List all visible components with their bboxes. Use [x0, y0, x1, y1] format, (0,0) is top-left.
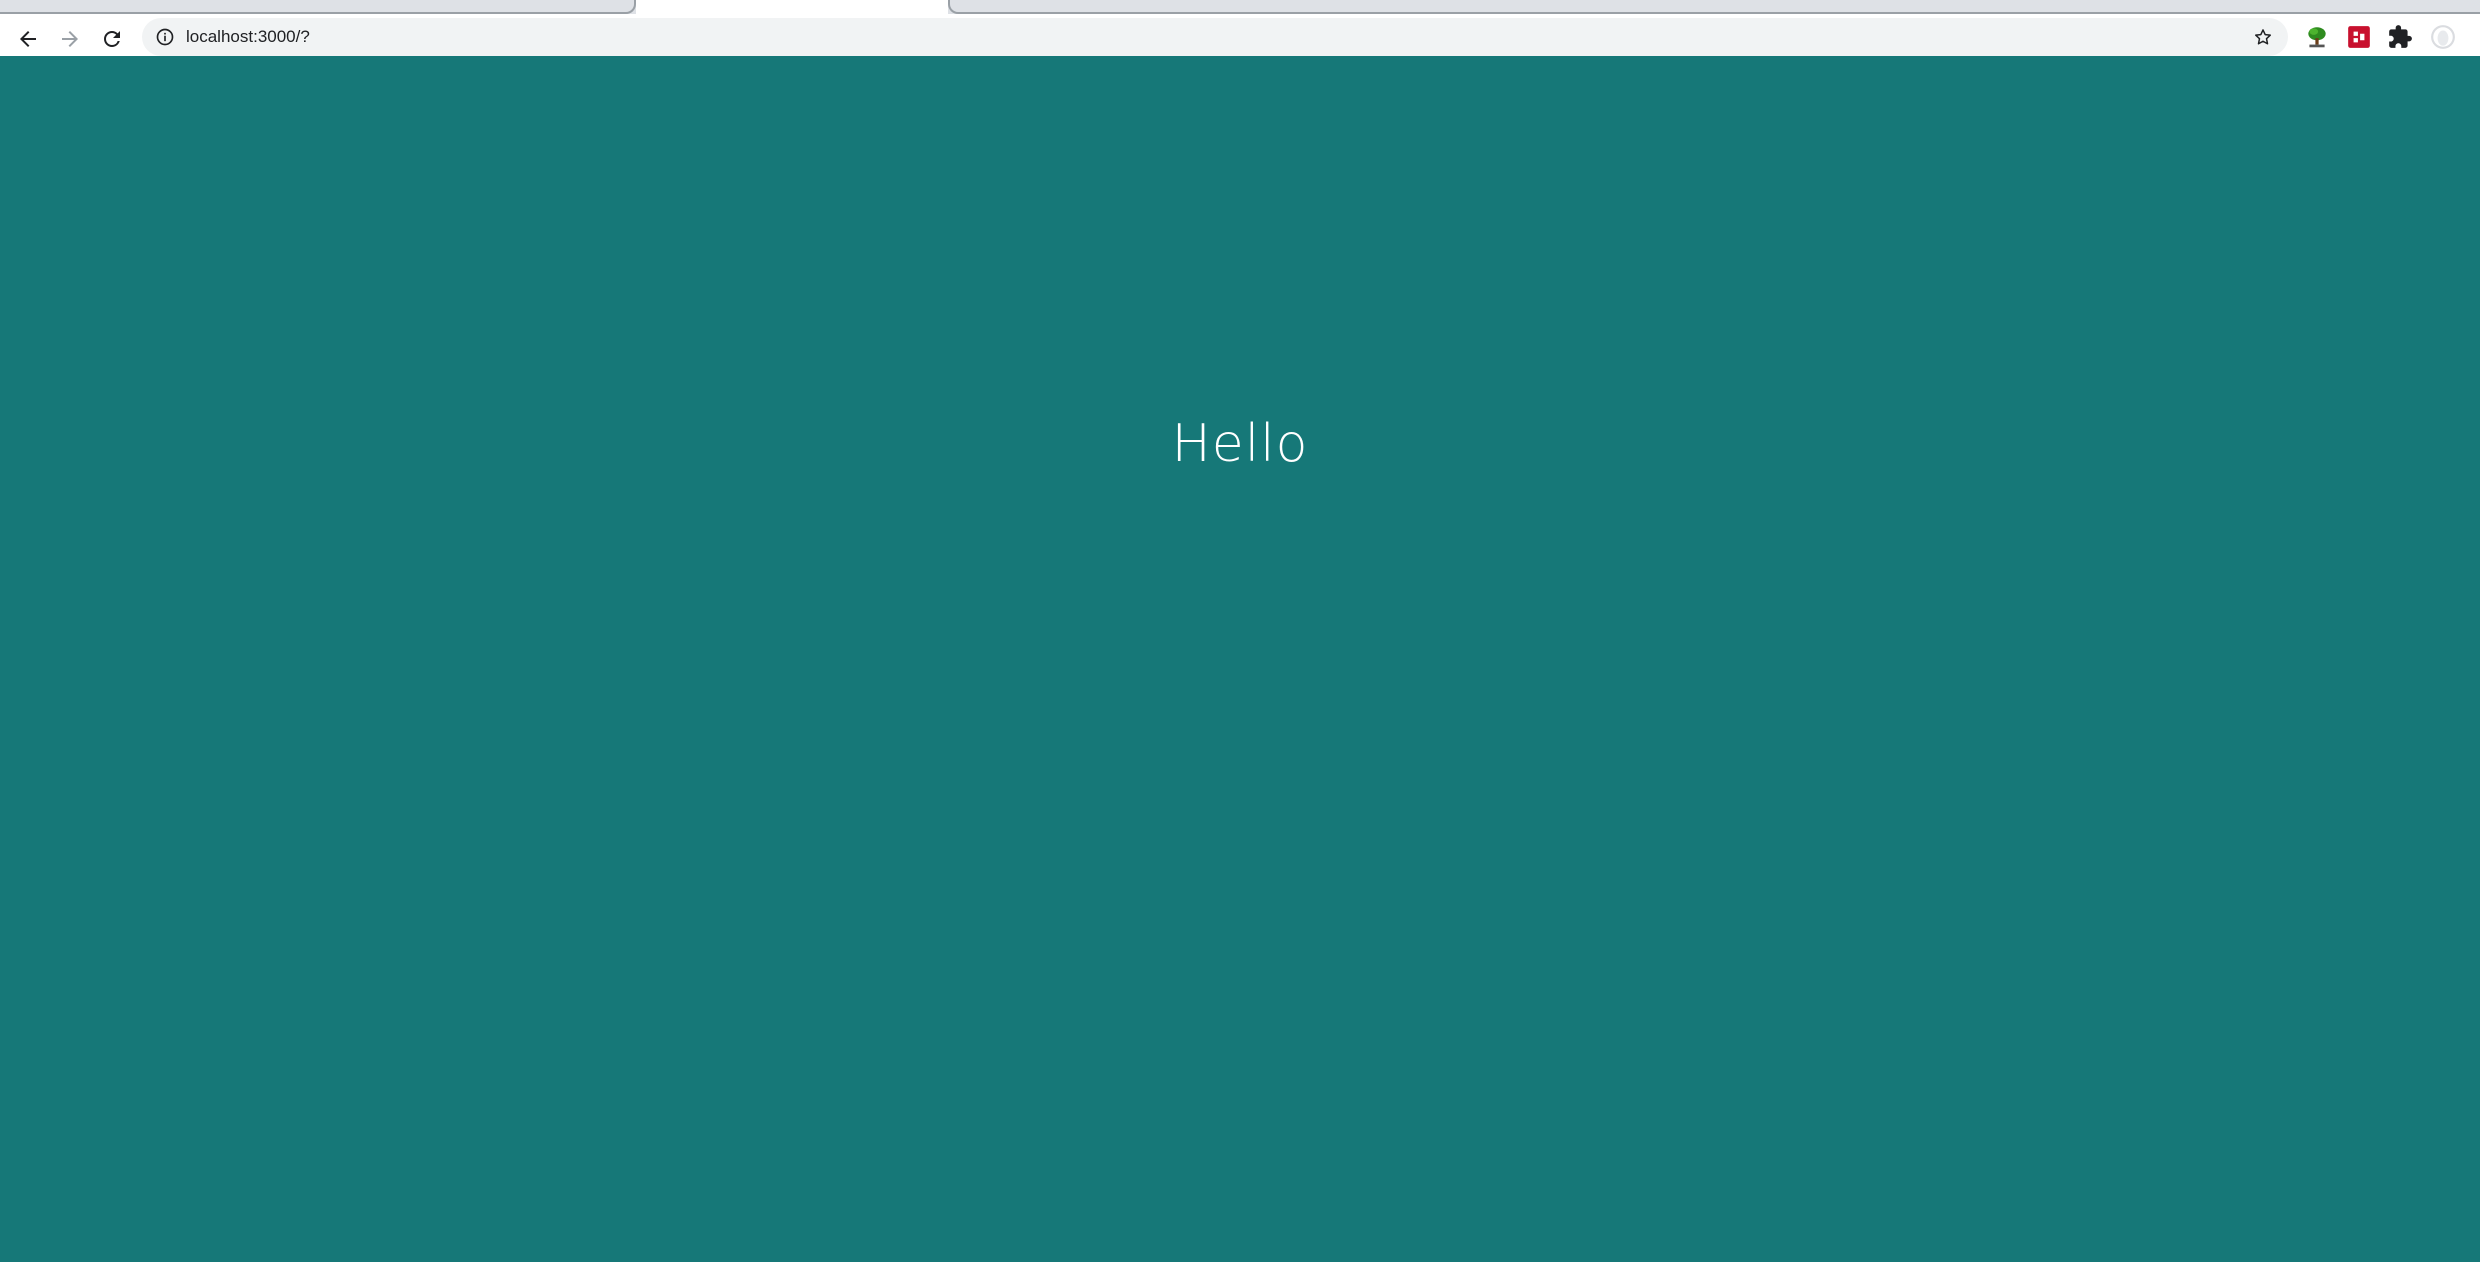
reload-button[interactable] — [91, 18, 133, 60]
tree-extension-button[interactable] — [2302, 22, 2332, 52]
arrow-left-icon — [20, 31, 36, 47]
tab-active[interactable] — [636, 0, 948, 14]
forward-button[interactable] — [49, 18, 91, 60]
browser-window: localhost:3000/? Hello — [0, 0, 2480, 1270]
tree-extension-icon — [2308, 27, 2326, 48]
page-content: Hello — [0, 56, 2480, 1262]
puzzle-icon — [2389, 25, 2412, 48]
reload-icon — [104, 31, 120, 47]
page-heading: Hello — [1171, 414, 1309, 474]
red-extension-button[interactable] — [2344, 22, 2374, 52]
arrow-right-icon — [62, 31, 78, 47]
red-extension-icon — [2348, 26, 2370, 48]
tab-inactive-left[interactable] — [0, 0, 636, 14]
info-icon — [156, 28, 174, 46]
back-button[interactable] — [7, 18, 49, 60]
bottom-edge — [0, 1262, 2480, 1270]
tab-inactive-right[interactable] — [948, 0, 2480, 14]
profile-button[interactable] — [2428, 22, 2458, 52]
extensions-menu-button[interactable] — [2385, 22, 2415, 52]
site-info-button[interactable] — [152, 24, 178, 50]
bookmark-button[interactable] — [2250, 24, 2276, 50]
star-icon — [2255, 29, 2271, 45]
url-text[interactable]: localhost:3000/? — [186, 27, 310, 47]
tab-strip — [0, 0, 2480, 14]
avatar-icon — [2431, 25, 2455, 49]
address-bar[interactable]: localhost:3000/? — [142, 18, 2288, 56]
